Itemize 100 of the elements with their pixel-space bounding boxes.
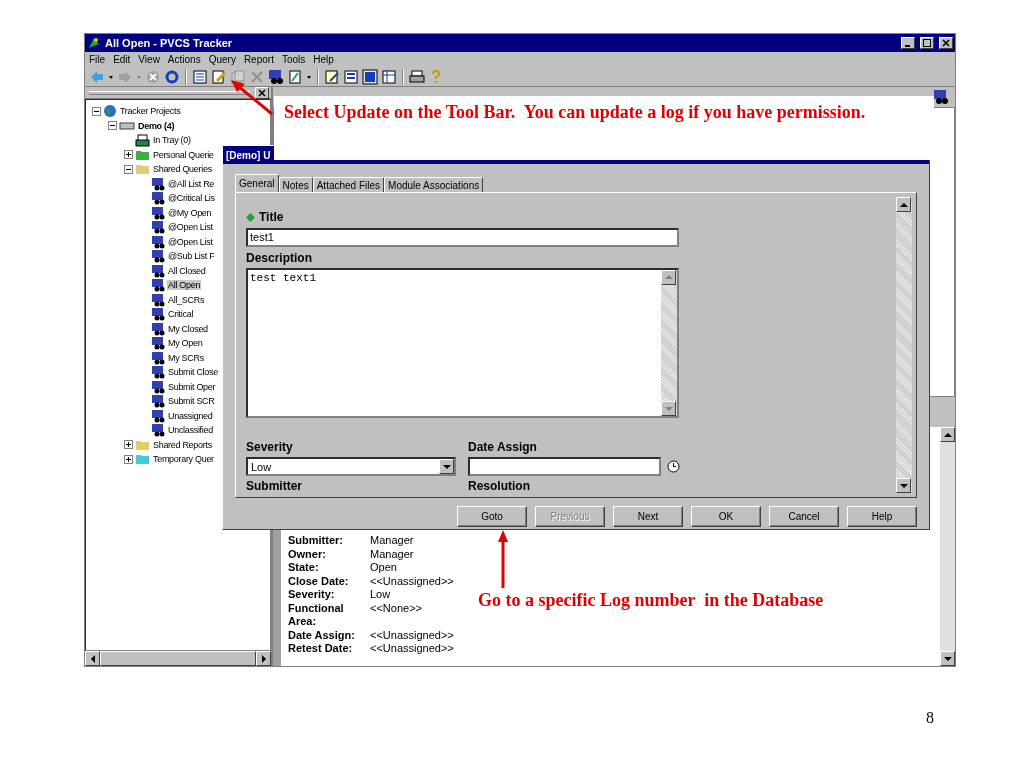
field-value: <<Unassigned>> [370, 628, 454, 642]
note-icon[interactable] [324, 68, 340, 85]
form-icon[interactable] [343, 68, 359, 85]
tree-item[interactable]: Submit Close [167, 367, 219, 378]
tree-item[interactable]: My Open [167, 338, 204, 349]
horizontal-scrollbar[interactable] [85, 651, 271, 666]
tree-item[interactable]: All Open [167, 280, 202, 291]
date-assign-label: Date Assign [468, 440, 538, 454]
drive-icon [119, 120, 135, 131]
dialog-button[interactable]: Help [847, 506, 917, 527]
dialog-button[interactable]: Next [613, 506, 683, 527]
app-icon [87, 36, 101, 50]
diamond-icon [246, 212, 255, 222]
tree-item[interactable]: Demo (4) [137, 120, 176, 131]
tree-item[interactable]: Submit SCR [167, 396, 216, 407]
clock-icon[interactable] [667, 460, 680, 473]
table-icon[interactable] [381, 68, 397, 85]
field-label: Owner: [288, 547, 327, 561]
binoculars-icon [151, 350, 165, 365]
vertical-scrollbar[interactable] [896, 197, 912, 493]
date-assign-field[interactable] [468, 457, 661, 476]
vertical-scrollbar[interactable] [661, 269, 677, 416]
dialog-button[interactable]: Goto [457, 506, 527, 527]
tray-icon [135, 133, 150, 147]
tree-item[interactable]: @All List Re [167, 178, 216, 189]
field-label: Functional Area: [288, 601, 345, 629]
binoculars-icon [151, 176, 165, 191]
edit-icon[interactable] [211, 68, 227, 85]
menu-item[interactable]: Actions [167, 54, 201, 65]
menu-item[interactable]: Query [208, 54, 236, 65]
tree-item[interactable]: @My Open [167, 207, 213, 218]
collapse-icon[interactable] [124, 164, 133, 174]
tree-item[interactable]: Unassigned [167, 410, 214, 421]
stop-icon[interactable] [145, 68, 161, 85]
grid-icon[interactable] [362, 68, 378, 85]
field-value: <<None>> [370, 601, 423, 616]
menu-item[interactable]: Tools [281, 54, 306, 65]
page-icon[interactable] [287, 68, 303, 85]
binoculars-icon [151, 365, 165, 380]
tree-item[interactable]: My Closed [167, 323, 209, 334]
expand-icon[interactable] [124, 440, 133, 450]
tab[interactable]: General [235, 174, 279, 192]
list-icon[interactable] [192, 68, 208, 85]
close-button[interactable] [939, 37, 953, 49]
tab[interactable]: Notes [278, 177, 313, 192]
copy-icon[interactable] [230, 68, 246, 85]
binoculars-icon [151, 292, 165, 307]
printer-icon[interactable] [409, 68, 425, 85]
binoculars-icon [151, 249, 165, 264]
tree-item[interactable]: Personal Querie [152, 149, 215, 160]
tree-item[interactable]: Shared Reports [152, 439, 213, 450]
minimize-button[interactable] [901, 37, 915, 49]
menu-item[interactable]: File [89, 54, 106, 65]
dialog-button[interactable]: OK [691, 506, 761, 527]
description-field[interactable]: test text1 [246, 267, 679, 418]
binoculars-icon [151, 379, 165, 394]
expand-icon[interactable] [124, 150, 133, 160]
tree-item[interactable]: @Sub List F [167, 251, 216, 262]
binoculars-icon [151, 191, 165, 206]
collapse-icon[interactable] [108, 121, 117, 131]
tree-item[interactable]: In Tray (0) [152, 135, 192, 146]
menu-item[interactable]: View [138, 54, 160, 65]
tree-item[interactable]: Shared Queries [152, 164, 213, 175]
tree-item[interactable]: Critical [167, 309, 195, 320]
tree-item[interactable]: Submit Oper [167, 381, 217, 392]
binoculars-icon [151, 321, 165, 336]
up-arrow-icon [899, 201, 908, 208]
tree-item[interactable]: @Critical Lis [167, 193, 216, 204]
globe-icon [103, 104, 117, 119]
binoculars-icon [151, 220, 165, 235]
tab[interactable]: Module Associations [384, 177, 484, 192]
vertical-scrollbar[interactable] [940, 427, 955, 666]
maximize-button[interactable] [920, 37, 934, 49]
menu-item[interactable]: Report [243, 54, 274, 65]
menu-item[interactable]: Help [313, 54, 334, 65]
tree-item[interactable]: Temporary Quer [152, 454, 215, 465]
tree-item[interactable]: Tracker Projects [119, 106, 182, 117]
refresh-icon[interactable] [164, 68, 180, 85]
field-label: Date Assign: [288, 628, 356, 642]
title-label: Title [259, 210, 284, 224]
severity-label: Severity [246, 440, 294, 454]
field-value: Open [370, 561, 398, 575]
tree-item[interactable]: Unclassified [167, 425, 214, 436]
collapse-icon[interactable] [92, 106, 101, 116]
expand-icon[interactable] [124, 454, 133, 464]
tab[interactable]: Attached Files [312, 177, 385, 192]
binoculars-icon[interactable] [933, 89, 949, 105]
menu-item[interactable]: Edit [113, 54, 131, 65]
tree-item[interactable]: All_SCRs [167, 294, 206, 305]
window-title: All Open - PVCS Tracker [105, 37, 233, 49]
title-field[interactable]: test1 [246, 228, 679, 247]
tree-item[interactable]: @Open List [167, 236, 214, 247]
field-label: Submitter: [288, 534, 344, 548]
severity-dropdown[interactable]: Low [246, 457, 456, 476]
right-arrow-icon [260, 654, 267, 663]
tree-item[interactable]: My SCRs [167, 352, 205, 363]
dialog-button[interactable]: Cancel [769, 506, 839, 527]
tree-item[interactable]: All Closed [167, 265, 207, 276]
tree-item[interactable]: @Open List [167, 222, 214, 233]
binoculars-icon[interactable] [268, 68, 284, 85]
